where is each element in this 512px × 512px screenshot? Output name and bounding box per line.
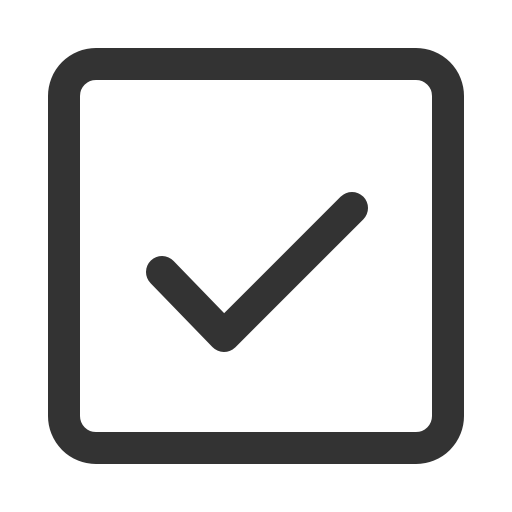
- checkbox-checked-icon: [48, 48, 464, 464]
- checkbox-frame: [48, 48, 464, 464]
- checkbox[interactable]: [0, 0, 512, 512]
- icon-canvas: [0, 0, 512, 512]
